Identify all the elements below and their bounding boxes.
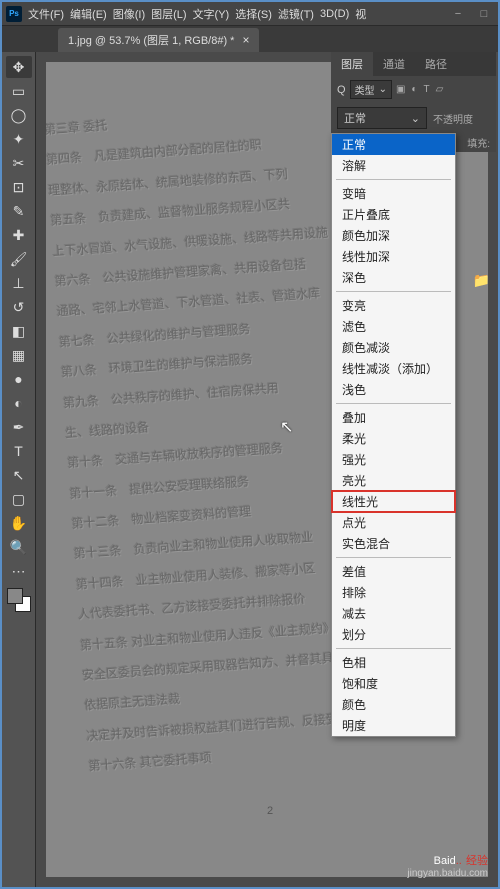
menubar: Ps 文件(F) 编辑(E) 图像(I) 图层(L) 文字(Y) 选择(S) 滤… — [2, 2, 498, 26]
stamp-tool[interactable]: ⊥ — [6, 272, 32, 294]
blend-mode-option[interactable]: 亮光 — [332, 470, 455, 491]
foreground-swatch[interactable] — [7, 588, 23, 604]
document-tabbar: 1.jpg @ 53.7% (图层 1, RGB/8#) * × — [2, 26, 498, 52]
layer-filter-dropdown[interactable]: 类型⌄ — [350, 80, 392, 99]
watermark: Baid.. 经验 jingyan.baidu.com — [407, 851, 488, 879]
path-tool[interactable]: ↖ — [6, 464, 32, 486]
blend-mode-option[interactable]: 滤色 — [332, 316, 455, 337]
menu-3d[interactable]: 3D(D) — [320, 8, 349, 20]
history-brush-tool[interactable]: ↺ — [6, 296, 32, 318]
cursor-icon: ↖ — [280, 417, 293, 437]
more-tools[interactable]: ⋯ — [6, 560, 32, 582]
blend-mode-option[interactable]: 划分 — [332, 624, 455, 645]
gradient-tool[interactable]: ▦ — [6, 344, 32, 366]
menu-edit[interactable]: 编辑(E) — [70, 6, 107, 22]
folder-icon[interactable]: 📁 — [473, 272, 490, 289]
fill-label: 填充: — [467, 135, 490, 150]
tools-toolbar: ✥ ▭ ◯ ✦ ✂ ⊡ ✎ ✚ 🖌 ⊥ ↺ ◧ ▦ ● ◐ ✒ T ↖ ▢ ✋ … — [2, 52, 36, 887]
blend-mode-option[interactable]: 差值 — [332, 561, 455, 582]
filter-type-icon[interactable]: T — [423, 84, 429, 95]
blend-mode-option[interactable]: 柔光 — [332, 428, 455, 449]
maximize-button[interactable]: □ — [474, 8, 494, 20]
menu-image[interactable]: 图像(I) — [113, 6, 145, 22]
dropdown-separator — [336, 557, 451, 558]
dropdown-separator — [336, 403, 451, 404]
blend-mode-option[interactable]: 变暗 — [332, 183, 455, 204]
blend-mode-option[interactable]: 色相 — [332, 652, 455, 673]
filter-shape-icon[interactable]: ▱ — [436, 84, 444, 95]
marquee-tool[interactable]: ▭ — [6, 80, 32, 102]
document-tab[interactable]: 1.jpg @ 53.7% (图层 1, RGB/8#) * × — [58, 28, 259, 52]
opacity-label: 不透明度 — [433, 111, 473, 126]
blend-mode-option[interactable]: 点光 — [332, 512, 455, 533]
blend-mode-option[interactable]: 线性加深 — [332, 246, 455, 267]
dropdown-separator — [336, 291, 451, 292]
filter-image-icon[interactable]: ▣ — [396, 84, 405, 95]
tab-close-icon[interactable]: × — [242, 33, 249, 47]
blend-mode-option[interactable]: 明度 — [332, 715, 455, 736]
shape-tool[interactable]: ▢ — [6, 488, 32, 510]
hand-tool[interactable]: ✋ — [6, 512, 32, 534]
blend-mode-option[interactable]: 正常 — [332, 134, 455, 155]
move-tool[interactable]: ✥ — [6, 56, 32, 78]
blend-mode-dropdown: 正常溶解变暗正片叠底颜色加深线性加深深色变亮滤色颜色减淡线性减淡（添加）浅色叠加… — [331, 133, 456, 737]
blend-mode-select[interactable]: 正常⌄ — [337, 107, 427, 129]
menu-layer[interactable]: 图层(L) — [151, 6, 186, 22]
blend-mode-option[interactable]: 溶解 — [332, 155, 455, 176]
brush-tool[interactable]: 🖌 — [6, 248, 32, 270]
blend-mode-option[interactable]: 颜色 — [332, 694, 455, 715]
blend-mode-option[interactable]: 深色 — [332, 267, 455, 288]
search-icon: Q — [337, 84, 346, 96]
wand-tool[interactable]: ✦ — [6, 128, 32, 150]
blend-mode-option[interactable]: 正片叠底 — [332, 204, 455, 225]
heal-tool[interactable]: ✚ — [6, 224, 32, 246]
blend-mode-option[interactable]: 线性光 — [332, 491, 455, 512]
type-tool[interactable]: T — [6, 440, 32, 462]
filter-adjust-icon[interactable]: ◐ — [411, 84, 417, 95]
zoom-tool[interactable]: 🔍 — [6, 536, 32, 558]
blend-mode-option[interactable]: 排除 — [332, 582, 455, 603]
blend-mode-option[interactable]: 饱和度 — [332, 673, 455, 694]
blur-tool[interactable]: ● — [6, 368, 32, 390]
menu-file[interactable]: 文件(F) — [28, 6, 64, 22]
blend-mode-option[interactable]: 减去 — [332, 603, 455, 624]
page-number: 2 — [267, 805, 273, 817]
blend-mode-option[interactable]: 颜色加深 — [332, 225, 455, 246]
dropdown-separator — [336, 648, 451, 649]
blend-mode-option[interactable]: 强光 — [332, 449, 455, 470]
dodge-tool[interactable]: ◐ — [6, 392, 32, 414]
eraser-tool[interactable]: ◧ — [6, 320, 32, 342]
blend-mode-option[interactable]: 线性减淡（添加） — [332, 358, 455, 379]
blend-mode-option[interactable]: 实色混合 — [332, 533, 455, 554]
dropdown-separator — [336, 179, 451, 180]
blend-mode-option[interactable]: 变亮 — [332, 295, 455, 316]
blend-mode-option[interactable]: 浅色 — [332, 379, 455, 400]
panel-tab-channels[interactable]: 通道 — [373, 52, 415, 76]
menu-view[interactable]: 视 — [355, 6, 366, 22]
menu-filter[interactable]: 滤镜(T) — [278, 6, 314, 22]
tab-title: 1.jpg @ 53.7% (图层 1, RGB/8#) * — [68, 32, 234, 48]
eyedropper-tool[interactable]: ✎ — [6, 200, 32, 222]
menu-text[interactable]: 文字(Y) — [193, 6, 230, 22]
menu-select[interactable]: 选择(S) — [235, 6, 272, 22]
blend-mode-option[interactable]: 颜色减淡 — [332, 337, 455, 358]
pen-tool[interactable]: ✒ — [6, 416, 32, 438]
panel-tab-layers[interactable]: 图层 — [331, 52, 373, 76]
minimize-button[interactable]: − — [448, 8, 468, 20]
crop-tool[interactable]: ✂ — [6, 152, 32, 174]
color-swatch[interactable] — [7, 588, 31, 612]
app-logo: Ps — [6, 6, 22, 22]
blend-mode-option[interactable]: 叠加 — [332, 407, 455, 428]
panel-tab-paths[interactable]: 路径 — [415, 52, 457, 76]
frame-tool[interactable]: ⊡ — [6, 176, 32, 198]
lasso-tool[interactable]: ◯ — [6, 104, 32, 126]
